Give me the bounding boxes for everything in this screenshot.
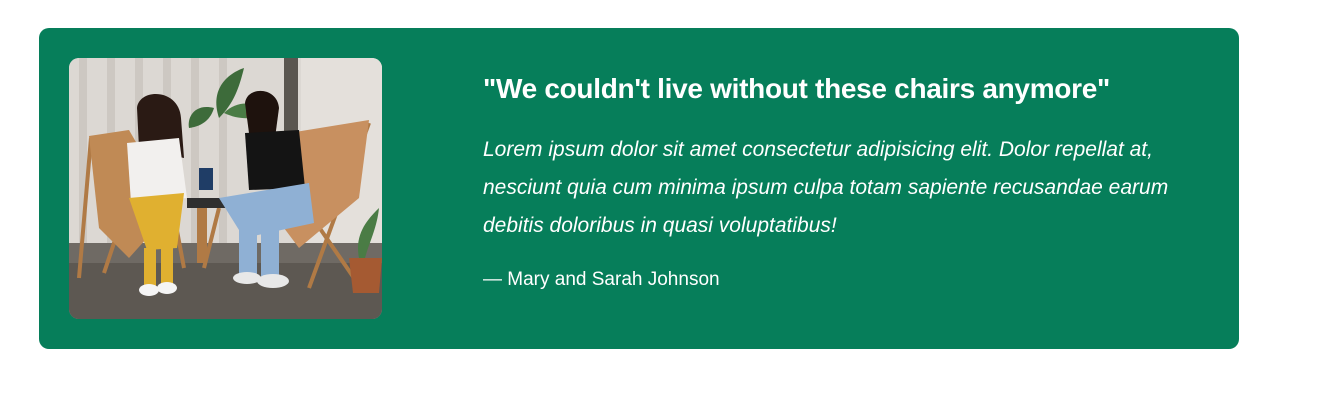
testimonial-quote: Lorem ipsum dolor sit amet consectetur a… — [483, 138, 1169, 237]
testimonial-headline: "We couldn't live without these chairs a… — [483, 73, 1110, 104]
photo-illustration — [69, 58, 382, 319]
testimonial-photo — [69, 58, 382, 319]
testimonial-card: "We couldn't live without these chairs a… — [39, 28, 1239, 349]
testimonial-content: "We couldn't live without these chairs a… — [483, 68, 1203, 294]
testimonial-author: — Mary and Sarah Johnson — [483, 269, 720, 290]
